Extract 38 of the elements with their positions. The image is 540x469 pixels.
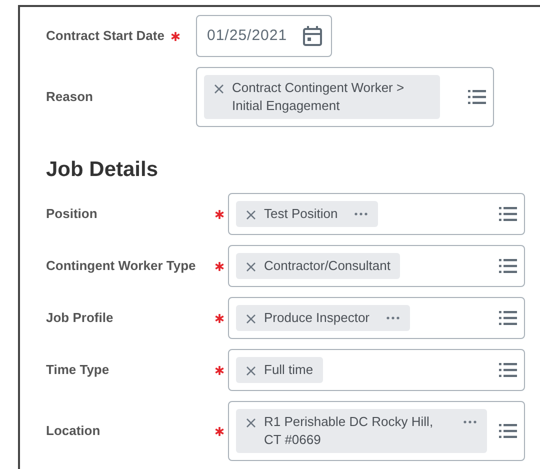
list-icon[interactable]: [499, 363, 517, 377]
list-icon[interactable]: [499, 424, 517, 438]
prompt-field[interactable]: Contract Contingent Worker > Initial Engagement: [196, 67, 494, 127]
prompt-field[interactable]: Test Position: [228, 193, 525, 235]
remove-icon[interactable]: [246, 366, 256, 376]
selected-value: R1 Perishable DC Rocky Hill, CT #0669: [264, 413, 434, 449]
field-label: Contingent Worker Type: [46, 257, 196, 276]
remove-icon[interactable]: [246, 262, 256, 272]
field-label: Contract Start Date: [46, 27, 164, 46]
selected-value: Full time: [264, 361, 314, 379]
section-heading: Job Details: [46, 157, 160, 183]
calendar-icon[interactable]: [303, 26, 322, 46]
prompt-field[interactable]: R1 Perishable DC Rocky Hill, CT #0669: [228, 401, 525, 461]
prompt-field[interactable]: Contractor/Consultant: [228, 245, 525, 287]
date-value: 01/25/2021: [207, 26, 288, 46]
more-options-icon[interactable]: [354, 212, 368, 216]
selected-value: Test Position: [264, 205, 338, 223]
field-label: Reason: [46, 88, 93, 106]
remove-icon[interactable]: [246, 418, 256, 428]
selected-value: Produce Inspector: [264, 309, 370, 327]
remove-icon[interactable]: [214, 84, 224, 94]
field-label: Position: [46, 205, 98, 224]
field-label: Time Type: [46, 361, 110, 380]
list-icon[interactable]: [499, 311, 517, 325]
list-icon[interactable]: [468, 90, 486, 104]
list-icon[interactable]: [499, 259, 517, 273]
date-field[interactable]: 01/25/2021: [196, 15, 332, 57]
more-options-icon[interactable]: [386, 316, 400, 320]
field-label: Job Profile: [46, 309, 114, 328]
remove-icon[interactable]: [246, 210, 256, 220]
prompt-field[interactable]: Full time: [228, 349, 525, 391]
field-label: Location: [46, 422, 100, 440]
remove-icon[interactable]: [246, 314, 256, 324]
list-icon[interactable]: [499, 207, 517, 221]
selected-value: Contract Contingent Worker > Initial Engagement: [232, 79, 406, 115]
more-options-icon[interactable]: [463, 420, 477, 424]
selected-value: Contractor/Consultant: [264, 257, 390, 275]
prompt-field[interactable]: Produce Inspector: [228, 297, 525, 339]
